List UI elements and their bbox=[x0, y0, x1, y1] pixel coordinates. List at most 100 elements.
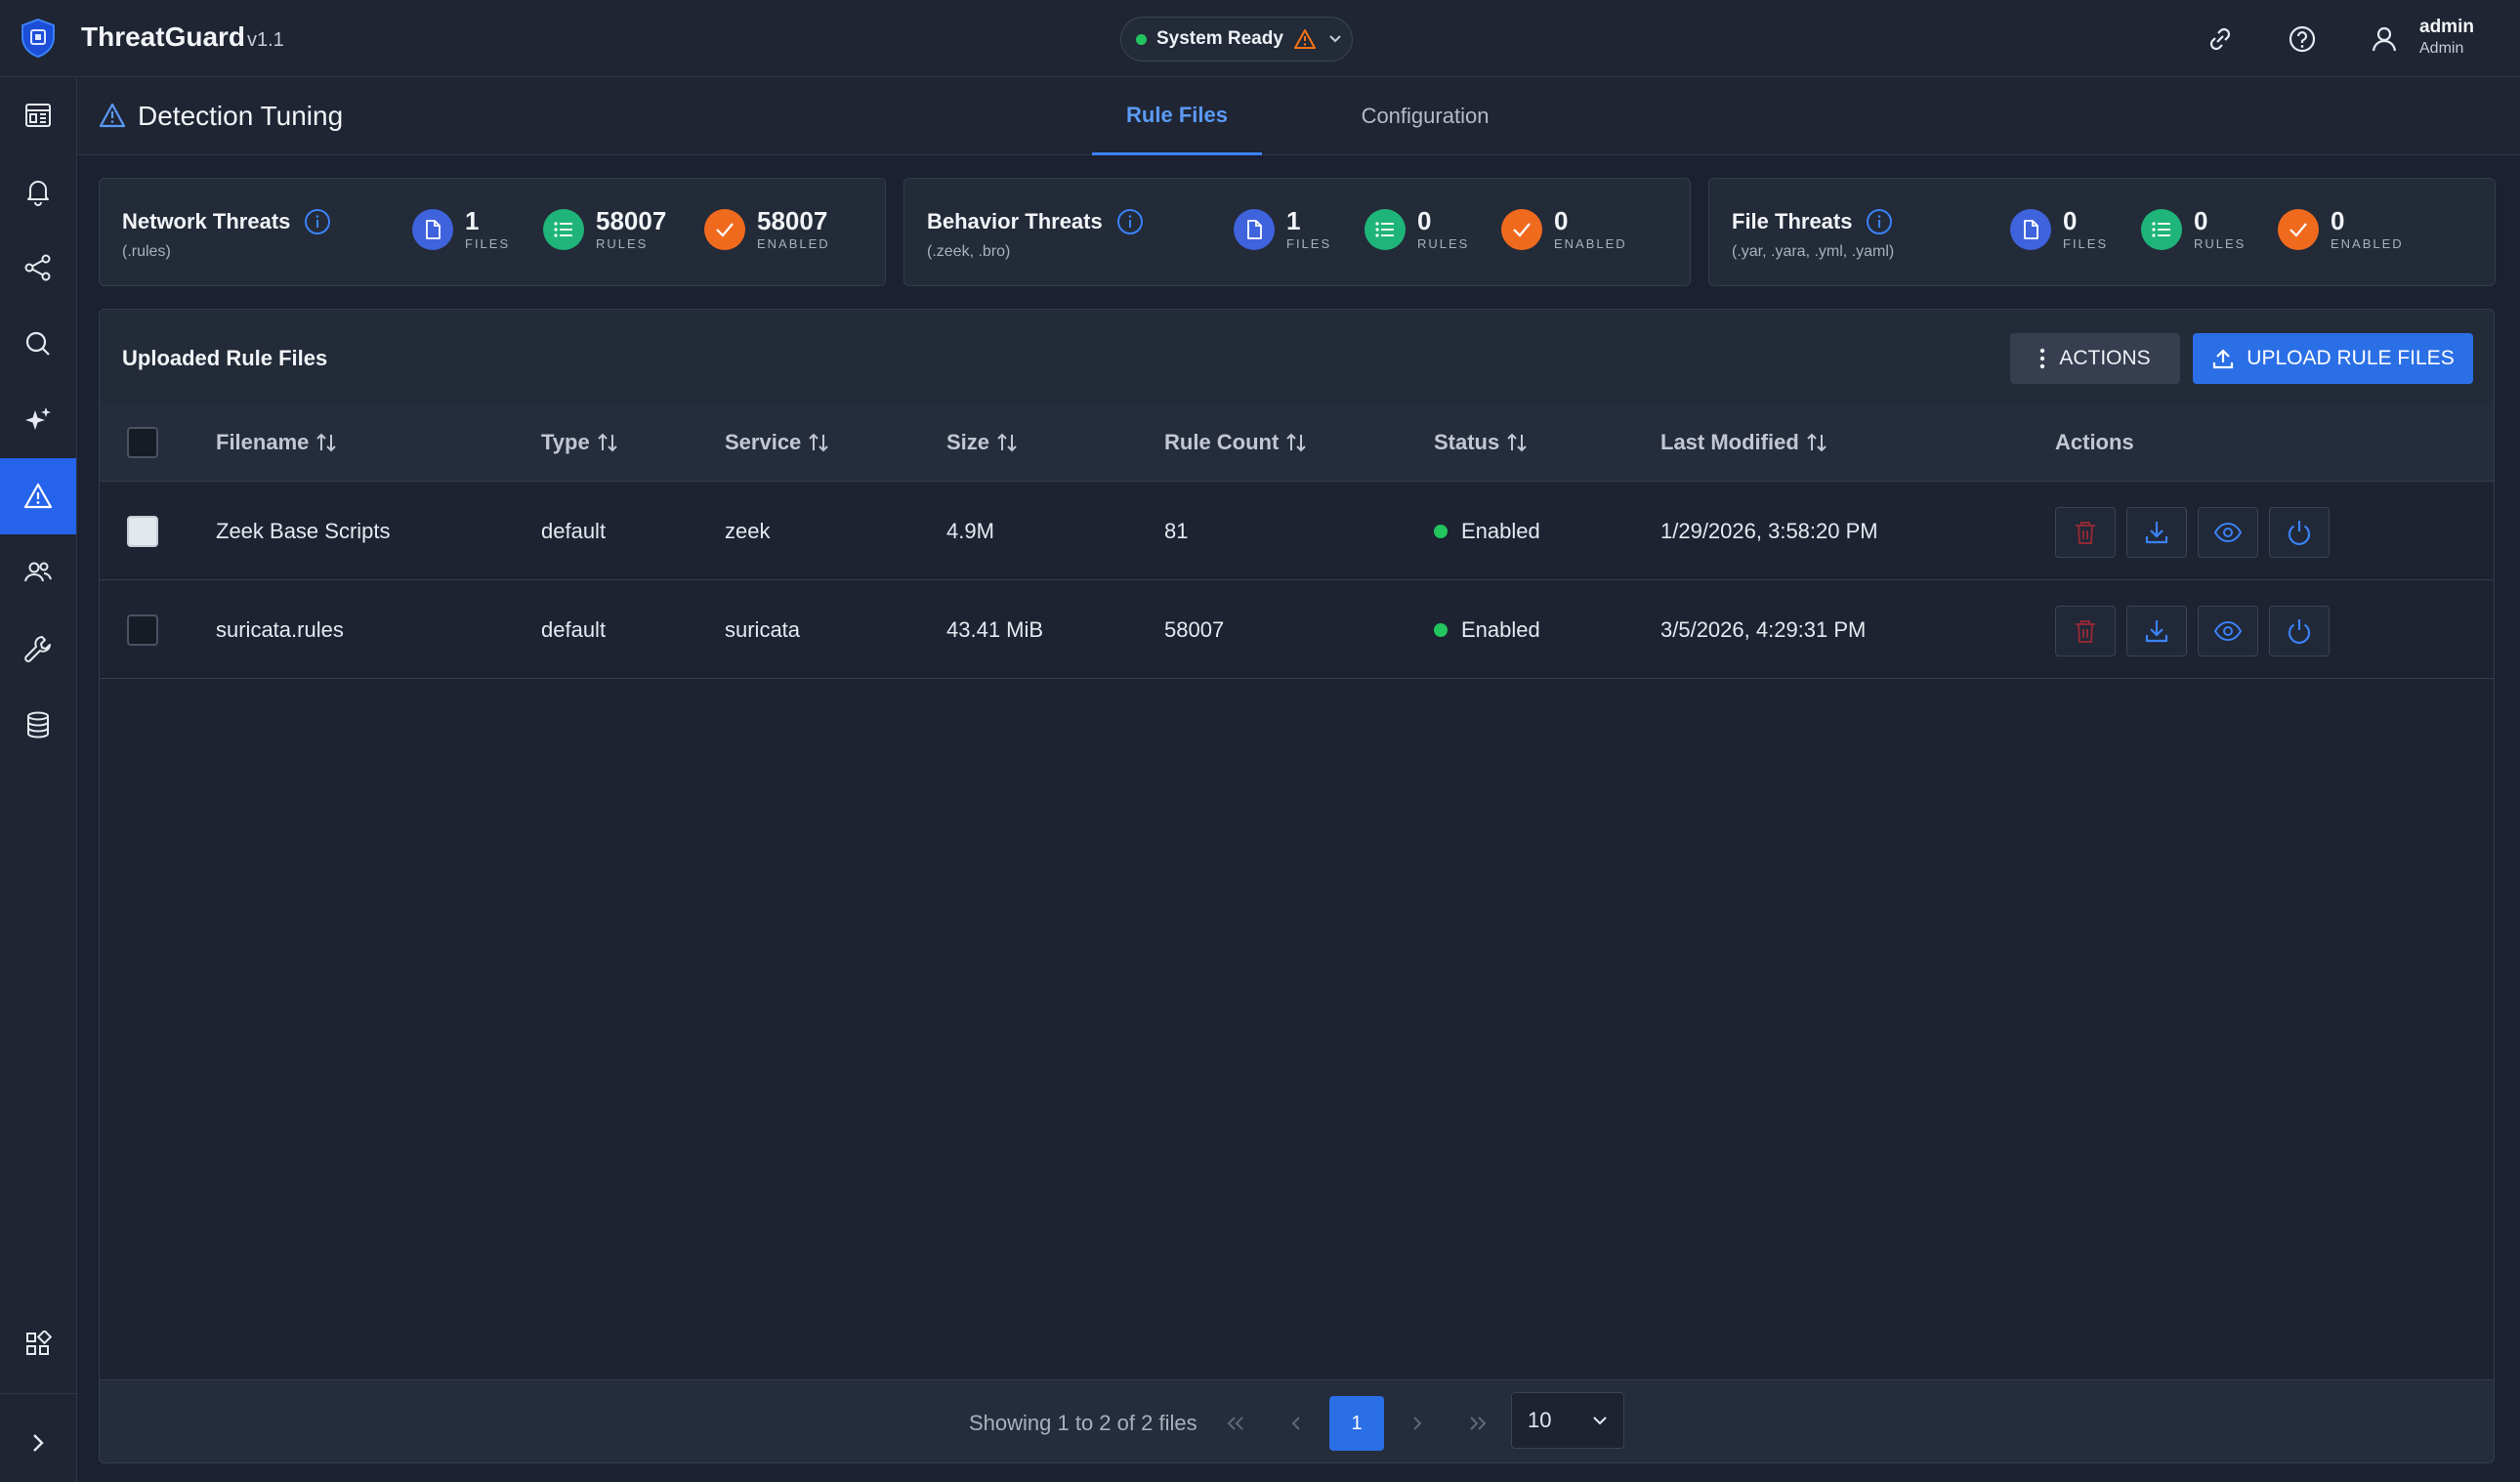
stat-label: RULES bbox=[1417, 236, 1470, 251]
power-icon bbox=[2286, 617, 2313, 645]
sidebar-item-alerts[interactable] bbox=[0, 153, 76, 230]
card-title-text: File Threats bbox=[1732, 209, 1853, 233]
cell-status: Enabled bbox=[1434, 581, 1540, 679]
dashboard-icon bbox=[22, 100, 54, 131]
column-last-modified[interactable]: Last Modified bbox=[1660, 403, 1828, 482]
upload-icon bbox=[2211, 347, 2235, 370]
column-status[interactable]: Status bbox=[1434, 403, 1529, 482]
sidebar-item-ai[interactable] bbox=[0, 382, 76, 458]
toggle-power-button[interactable] bbox=[2269, 606, 2330, 656]
cell-filename: suricata.rules bbox=[216, 617, 344, 642]
view-button[interactable] bbox=[2198, 606, 2258, 656]
upload-button-label: UPLOAD RULE FILES bbox=[2247, 347, 2455, 369]
download-button[interactable] bbox=[2126, 606, 2187, 656]
sort-icon bbox=[596, 431, 619, 454]
chevron-right-icon bbox=[25, 1430, 51, 1456]
row-checkbox[interactable] bbox=[127, 614, 158, 646]
first-page-button[interactable] bbox=[1208, 1396, 1263, 1451]
column-service[interactable]: Service bbox=[725, 403, 830, 482]
info-icon[interactable] bbox=[1116, 208, 1144, 235]
page-button-current[interactable]: 1 bbox=[1329, 1396, 1384, 1451]
status-label: Enabled bbox=[1461, 617, 1540, 642]
link-icon[interactable] bbox=[2201, 20, 2240, 59]
list-icon bbox=[2141, 209, 2182, 250]
pagination-summary: Showing 1 to 2 of 2 files bbox=[969, 1410, 1197, 1435]
warning-triangle-icon bbox=[22, 481, 54, 512]
sidebar-item-apps[interactable] bbox=[0, 1306, 76, 1382]
column-size[interactable]: Size bbox=[946, 403, 1019, 482]
table-row[interactable]: suricata.rules default suricata 43.41 Mi… bbox=[100, 581, 2494, 679]
actions-button[interactable]: ACTIONS bbox=[2010, 333, 2180, 384]
download-icon bbox=[2143, 519, 2170, 546]
file-icon bbox=[2010, 209, 2051, 250]
sidebar-expand-button[interactable] bbox=[0, 1405, 76, 1481]
sort-icon bbox=[1805, 431, 1828, 454]
top-bar: ThreatGuard v1.1 System Ready admin Admi… bbox=[0, 0, 2520, 77]
sidebar-item-users[interactable] bbox=[0, 534, 76, 611]
toggle-power-button[interactable] bbox=[2269, 507, 2330, 558]
sidebar-item-search[interactable] bbox=[0, 306, 76, 382]
user-role: Admin bbox=[2419, 40, 2464, 57]
info-icon[interactable] bbox=[304, 208, 331, 235]
stat-label: ENABLED bbox=[757, 236, 830, 251]
page-header: Detection Tuning Rule Files Configuratio… bbox=[77, 77, 2520, 155]
list-icon bbox=[1365, 209, 1406, 250]
stat-label: RULES bbox=[596, 236, 649, 251]
select-all-checkbox[interactable] bbox=[127, 427, 158, 458]
user-icon[interactable] bbox=[2365, 20, 2404, 59]
stat-label: ENABLED bbox=[1554, 236, 1627, 251]
stat-files: 1 FILES bbox=[1234, 208, 1331, 251]
tab-configuration[interactable]: Configuration bbox=[1327, 77, 1523, 155]
next-page-button[interactable] bbox=[1390, 1396, 1445, 1451]
sidebar-item-dashboard[interactable] bbox=[0, 77, 76, 153]
table-row[interactable]: Zeek Base Scripts default zeek 4.9M 81 E… bbox=[100, 483, 2494, 580]
network-threats-card: Network Threats (.rules) 1 FILES 58007 RUL… bbox=[99, 178, 886, 286]
delete-button[interactable] bbox=[2055, 507, 2116, 558]
help-icon[interactable] bbox=[2283, 20, 2322, 59]
column-rule-count[interactable]: Rule Count bbox=[1164, 403, 1308, 482]
column-actions: Actions bbox=[2055, 403, 2134, 482]
pagination-bar: Showing 1 to 2 of 2 files 1 10 bbox=[100, 1379, 2494, 1462]
card-subtitle: (.zeek, .bro) bbox=[927, 243, 1011, 260]
upload-rule-files-button[interactable]: UPLOAD RULE FILES bbox=[2193, 333, 2473, 384]
view-button[interactable] bbox=[2198, 507, 2258, 558]
delete-button[interactable] bbox=[2055, 606, 2116, 656]
check-icon bbox=[704, 209, 745, 250]
column-label: Filename bbox=[216, 430, 310, 454]
stat-label: FILES bbox=[2063, 236, 2109, 251]
sidebar-item-connections[interactable] bbox=[0, 230, 76, 306]
column-label: Last Modified bbox=[1660, 430, 1799, 454]
cell-type: default bbox=[541, 519, 607, 543]
column-label: Type bbox=[541, 430, 590, 454]
stat-value: 1 bbox=[1286, 206, 1301, 235]
rows-per-page-select[interactable]: 10 bbox=[1511, 1392, 1624, 1449]
sidebar-item-tools[interactable] bbox=[0, 611, 76, 687]
info-icon[interactable] bbox=[1866, 208, 1893, 235]
column-filename[interactable]: Filename bbox=[216, 403, 338, 482]
page-title: Detection Tuning bbox=[138, 101, 344, 131]
card-title: Behavior Threats bbox=[927, 208, 1144, 235]
previous-page-button[interactable] bbox=[1269, 1396, 1323, 1451]
sidebar-item-detection[interactable] bbox=[0, 458, 76, 534]
column-type[interactable]: Type bbox=[541, 403, 619, 482]
stat-value: 0 bbox=[1417, 206, 1432, 235]
system-status-dropdown[interactable]: System Ready bbox=[1120, 17, 1353, 62]
tab-rule-files[interactable]: Rule Files bbox=[1092, 77, 1262, 155]
sidebar bbox=[0, 77, 77, 1482]
cell-size: 43.41 MiB bbox=[946, 617, 1044, 642]
stat-label: FILES bbox=[1286, 236, 1332, 251]
sidebar-item-storage[interactable] bbox=[0, 687, 76, 763]
sort-icon bbox=[1505, 431, 1529, 454]
chevron-right-icon bbox=[1410, 1414, 1424, 1433]
user-menu[interactable]: admin Admin bbox=[2419, 17, 2474, 58]
row-checkbox[interactable] bbox=[127, 516, 158, 547]
sort-icon bbox=[1284, 431, 1308, 454]
bell-icon bbox=[22, 176, 54, 207]
system-status-label: System Ready bbox=[1156, 28, 1283, 49]
chevrons-right-icon bbox=[1467, 1414, 1489, 1433]
download-button[interactable] bbox=[2126, 507, 2187, 558]
cell-last-modified: 1/29/2026, 3:58:20 PM bbox=[1660, 519, 1878, 543]
last-page-button[interactable] bbox=[1450, 1396, 1505, 1451]
chevrons-left-icon bbox=[1225, 1414, 1246, 1433]
file-icon bbox=[1234, 209, 1275, 250]
